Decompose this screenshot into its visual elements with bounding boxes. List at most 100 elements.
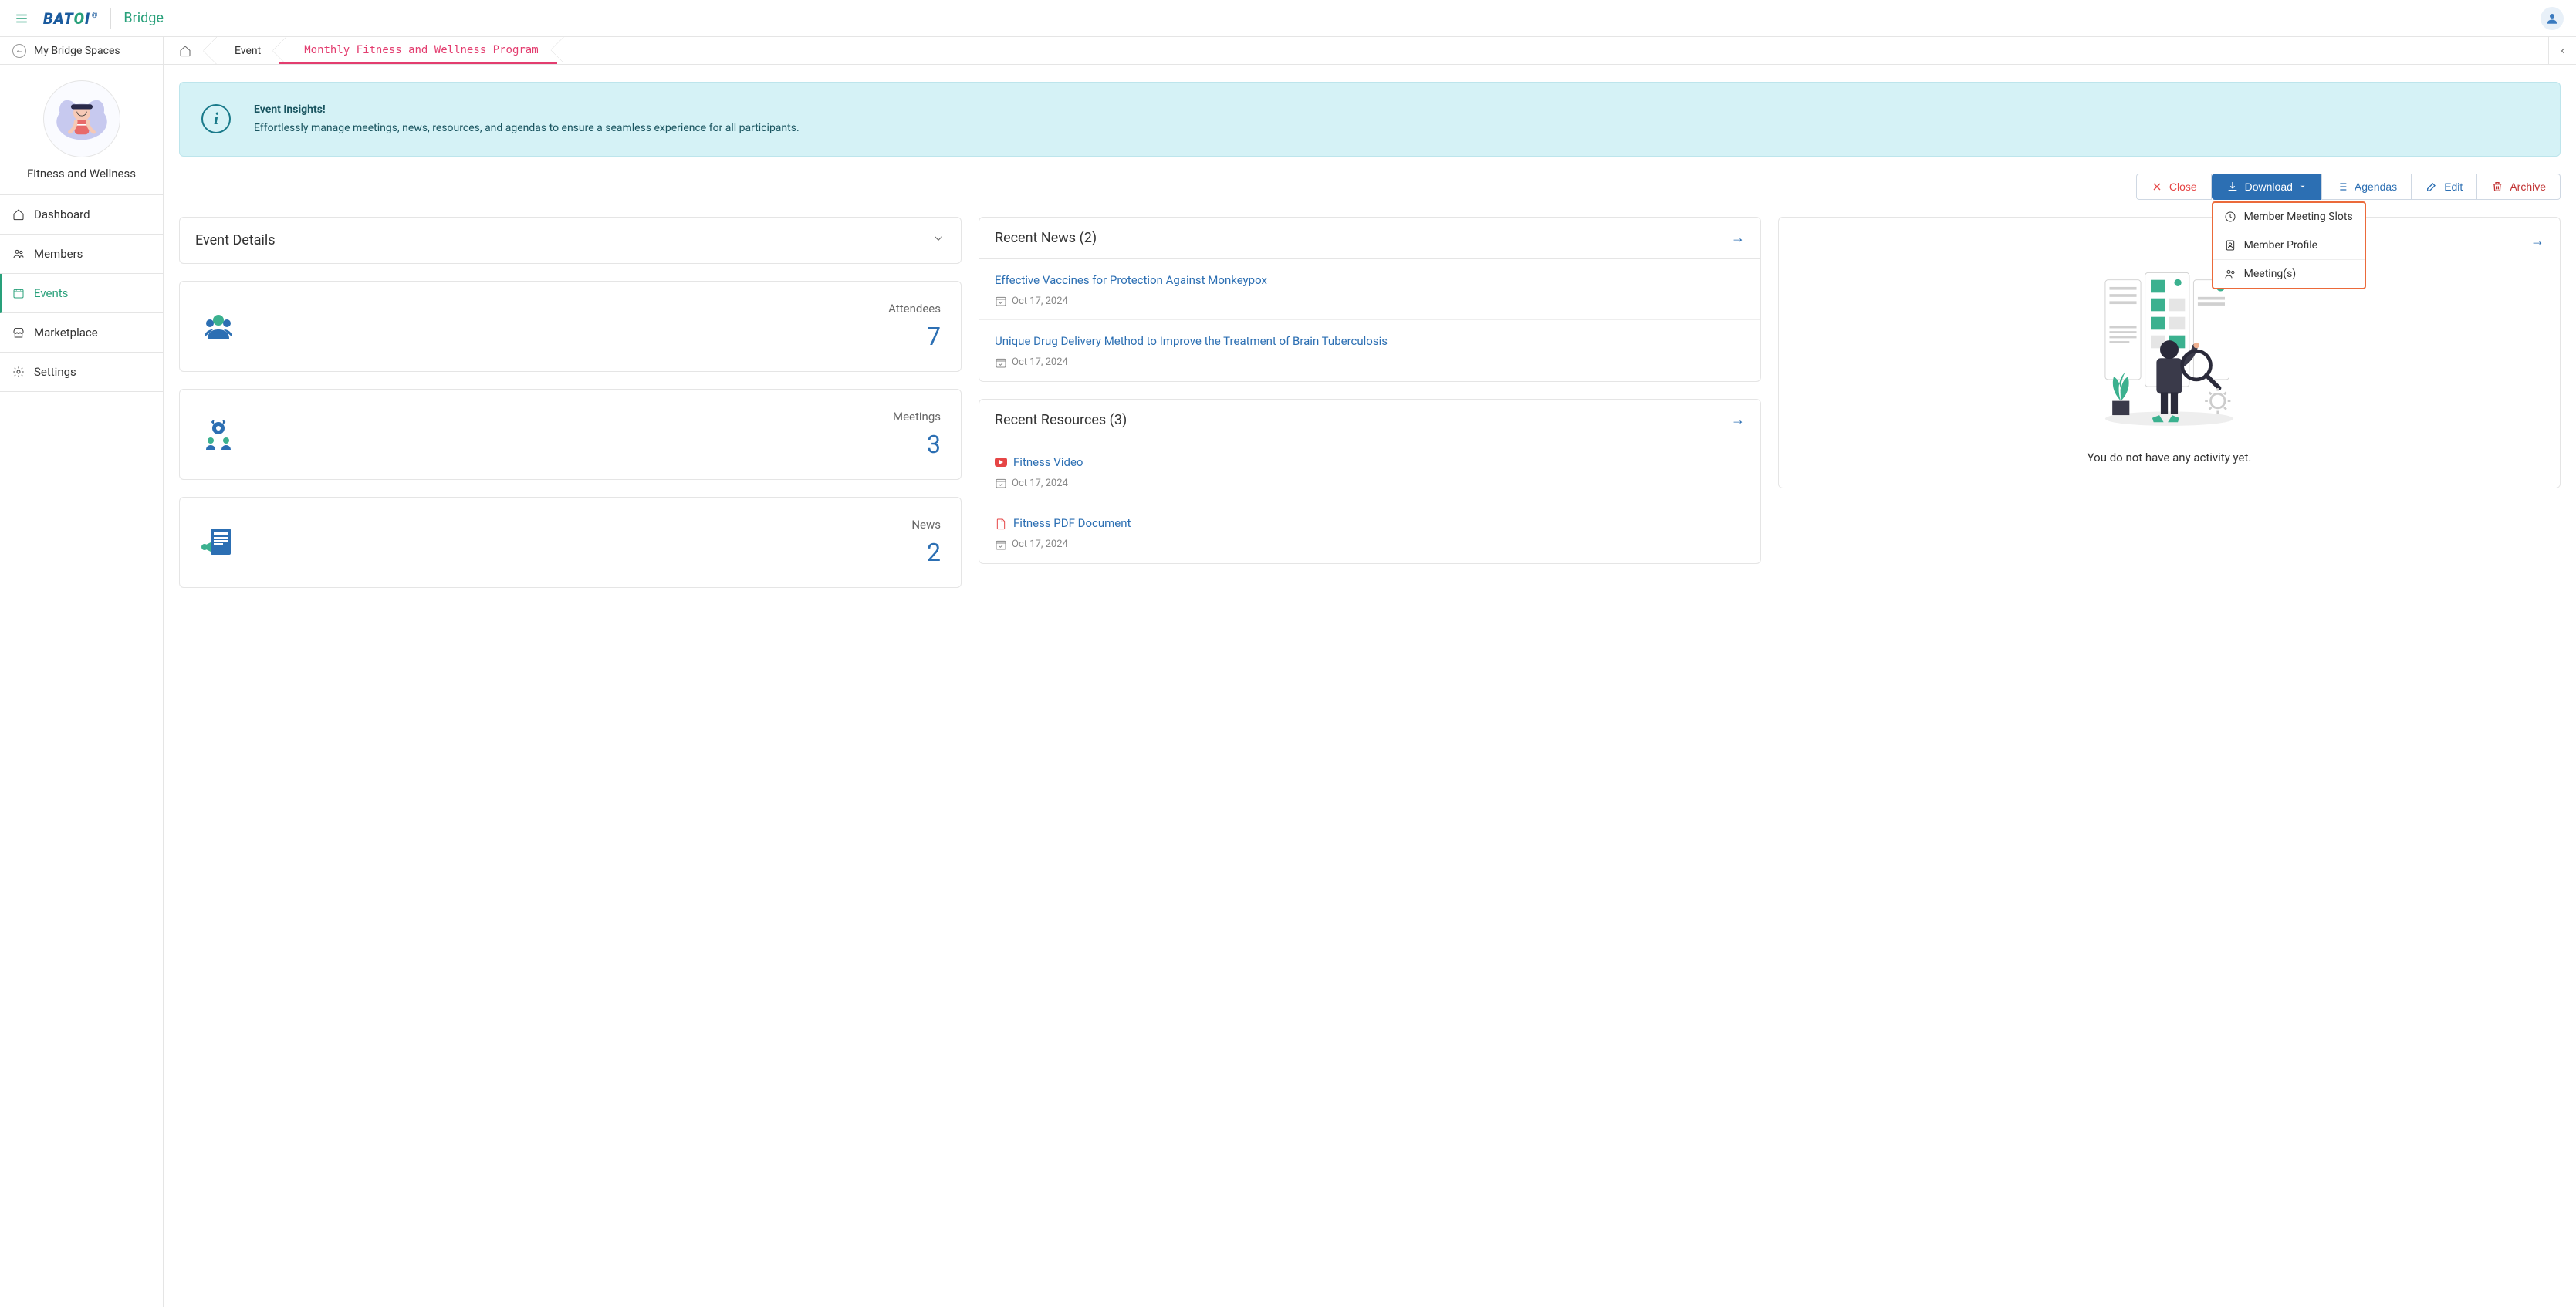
pdf-icon [995, 518, 1007, 530]
breadcrumb-event[interactable]: Event [210, 37, 279, 64]
recent-resources-title: Recent Resources (3) [995, 412, 1127, 428]
sidebar: Fitness and Wellness Dashboard Members E… [0, 65, 164, 1307]
stat-label: Attendees [888, 302, 941, 316]
info-alert: i Event Insights! Effortlessly manage me… [179, 82, 2561, 157]
user-avatar[interactable] [2541, 7, 2564, 30]
calendar-check-icon [995, 477, 1007, 489]
list-icon [2336, 181, 2348, 193]
download-dropdown: Member Meeting Slots Member Profile Meet… [2212, 201, 2366, 289]
news-item-title: Effective Vaccines for Protection Agains… [995, 272, 1745, 289]
workspace-avatar [43, 80, 120, 157]
news-item-title: Unique Drug Delivery Method to Improve t… [995, 333, 1745, 350]
download-icon [2226, 181, 2239, 193]
close-button[interactable]: Close [2136, 174, 2212, 200]
stat-value: 2 [911, 538, 941, 567]
download-button[interactable]: Download [2212, 174, 2321, 200]
gear-icon [12, 366, 25, 378]
id-card-icon [2224, 239, 2236, 252]
empty-illustration [1791, 258, 2547, 445]
breadcrumb-back[interactable]: ← My Bridge Spaces [0, 37, 164, 64]
event-details-card: Event Details [179, 217, 962, 264]
col-activity: → [1778, 217, 2561, 588]
dropdown-item-meetings[interactable]: Meeting(s) [2213, 259, 2365, 288]
agendas-button[interactable]: Agendas [2321, 174, 2412, 200]
meetings-icon [200, 416, 237, 453]
breadcrumb-bar: ← My Bridge Spaces Event Monthly Fitness… [0, 37, 2576, 65]
edit-button[interactable]: Edit [2412, 174, 2477, 200]
calendar-check-icon [995, 295, 1007, 307]
news-item[interactable]: Unique Drug Delivery Method to Improve t… [979, 320, 1760, 381]
action-button-group: Close Download Member Meeting Slots [2136, 174, 2561, 200]
members-icon [12, 248, 25, 260]
resource-item[interactable]: Fitness PDF Document Oct 17, 2024 [979, 502, 1760, 563]
group-icon [2224, 268, 2236, 280]
news-item-date: Oct 17, 2024 [995, 295, 1745, 307]
stat-value: 3 [893, 430, 941, 459]
chevron-down-icon [931, 231, 945, 249]
dropdown-item-member-profile[interactable]: Member Profile [2213, 231, 2365, 259]
archive-button[interactable]: Archive [2477, 174, 2561, 200]
alert-body: Effortlessly manage meetings, news, reso… [254, 120, 800, 137]
stat-label: News [911, 518, 941, 532]
topbar: BATOI® Bridge [0, 0, 2576, 37]
sidebar-item-label: Members [34, 247, 83, 261]
activity-empty-text: You do not have any activity yet. [1791, 444, 2547, 475]
breadcrumb-back-label: My Bridge Spaces [34, 45, 120, 57]
recent-news-title: Recent News (2) [995, 230, 1097, 246]
video-icon [995, 458, 1007, 467]
recent-news-card: Recent News (2) → Effective Vaccines for… [979, 217, 1761, 382]
alert-title: Event Insights! [254, 101, 800, 118]
event-details-title: Event Details [195, 232, 276, 248]
dropdown-item-member-meeting-slots[interactable]: Member Meeting Slots [2213, 203, 2365, 231]
col-recent: Recent News (2) → Effective Vaccines for… [979, 217, 1761, 588]
brand-link[interactable]: Bridge [123, 10, 164, 26]
chevron-down-icon [2299, 183, 2307, 191]
calendar-icon [12, 287, 25, 299]
home-icon [12, 208, 25, 221]
stat-label: Meetings [893, 410, 941, 424]
resource-item-date: Oct 17, 2024 [995, 477, 1745, 489]
calendar-check-icon [995, 539, 1007, 551]
stat-meetings: Meetings 3 [179, 389, 962, 480]
sidebar-item-marketplace[interactable]: Marketplace [0, 313, 163, 353]
sidebar-item-dashboard[interactable]: Dashboard [0, 195, 163, 235]
resource-item[interactable]: Fitness Video Oct 17, 2024 [979, 441, 1760, 503]
menu-toggle[interactable] [12, 9, 31, 28]
workspace-identity: Fitness and Wellness [0, 65, 163, 194]
divider [110, 8, 111, 29]
news-item[interactable]: Effective Vaccines for Protection Agains… [979, 259, 1760, 321]
view-all-resources[interactable]: → [1731, 412, 1745, 428]
stat-value: 7 [888, 322, 941, 351]
edit-icon [2426, 181, 2438, 193]
activity-card: → [1778, 217, 2561, 489]
trash-icon [2491, 181, 2503, 193]
attendees-icon [200, 308, 237, 345]
view-all-news[interactable]: → [1731, 230, 1745, 246]
breadcrumb-current: Monthly Fitness and Wellness Program [279, 37, 556, 64]
sidebar-item-label: Events [34, 286, 68, 300]
resource-item-title: Fitness PDF Document [995, 515, 1745, 532]
stat-news: News 2 [179, 497, 962, 588]
breadcrumb-home[interactable] [164, 37, 210, 64]
store-icon [12, 326, 25, 339]
news-item-date: Oct 17, 2024 [995, 356, 1745, 369]
workspace-name: Fitness and Wellness [8, 167, 155, 181]
sidebar-item-settings[interactable]: Settings [0, 353, 163, 392]
sidebar-item-label: Settings [34, 365, 76, 379]
stat-attendees: Attendees 7 [179, 281, 962, 372]
resource-item-date: Oct 17, 2024 [995, 539, 1745, 551]
action-row: Close Download Member Meeting Slots [179, 174, 2561, 200]
back-arrow-icon: ← [12, 44, 26, 58]
info-icon: i [201, 104, 231, 133]
sidebar-item-members[interactable]: Members [0, 235, 163, 274]
logo[interactable]: BATOI® [43, 9, 98, 28]
event-details-header[interactable]: Event Details [180, 218, 961, 263]
sidebar-item-events[interactable]: Events [0, 274, 163, 313]
recent-resources-card: Recent Resources (3) → Fitness Video Oct… [979, 399, 1761, 564]
resource-item-title: Fitness Video [995, 454, 1745, 471]
clock-icon [2224, 211, 2236, 223]
sidebar-item-label: Dashboard [34, 208, 90, 221]
breadcrumb-collapse[interactable] [2548, 37, 2576, 64]
view-all-activity[interactable]: → [2530, 233, 2544, 249]
sidebar-item-label: Marketplace [34, 326, 98, 339]
